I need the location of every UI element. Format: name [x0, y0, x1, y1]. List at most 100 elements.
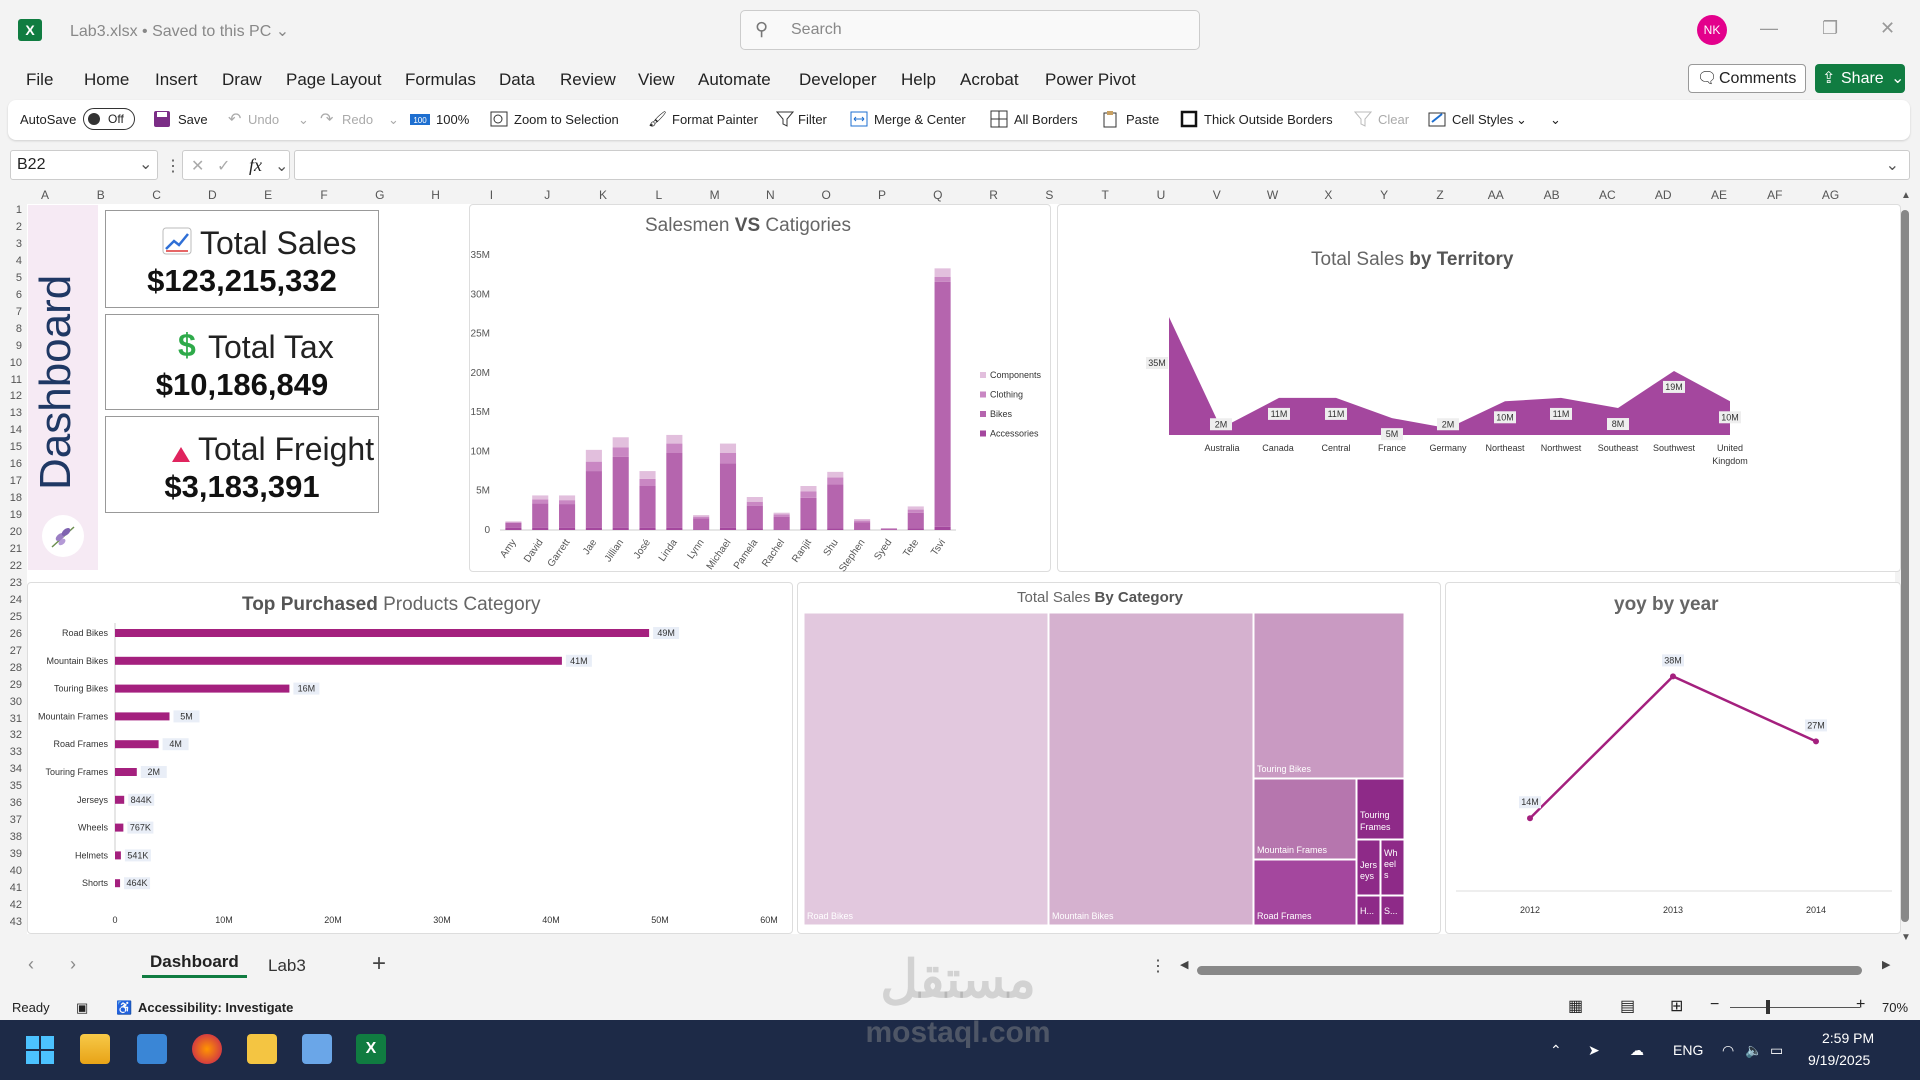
- vertical-scroll-thumb[interactable]: [1901, 210, 1909, 922]
- row-header[interactable]: 13: [0, 407, 22, 419]
- next-sheet-icon[interactable]: ›: [70, 954, 76, 975]
- row-header[interactable]: 25: [0, 611, 22, 623]
- file-explorer-icon[interactable]: [247, 1034, 277, 1064]
- column-header[interactable]: I: [471, 188, 511, 202]
- row-header[interactable]: 43: [0, 916, 22, 928]
- minimize-icon[interactable]: —: [1760, 18, 1778, 39]
- column-header[interactable]: F: [304, 188, 344, 202]
- menu-review[interactable]: Review: [560, 70, 616, 90]
- menu-formulas[interactable]: Formulas: [405, 70, 476, 90]
- column-header[interactable]: C: [137, 188, 177, 202]
- autosave-toggle[interactable]: Off: [83, 108, 135, 130]
- close-icon[interactable]: ✕: [1880, 18, 1895, 39]
- row-header[interactable]: 1: [0, 204, 22, 216]
- column-header[interactable]: A: [25, 188, 65, 202]
- row-header[interactable]: 27: [0, 645, 22, 657]
- column-header[interactable]: M: [695, 188, 735, 202]
- row-header[interactable]: 29: [0, 679, 22, 691]
- user-avatar[interactable]: NK: [1697, 15, 1727, 45]
- row-header[interactable]: 24: [0, 594, 22, 606]
- chevron-down-icon[interactable]: ⌄: [1516, 112, 1527, 128]
- menu-page-layout[interactable]: Page Layout: [286, 70, 381, 90]
- clear-button[interactable]: Clear: [1378, 112, 1409, 127]
- row-header[interactable]: 2: [0, 221, 22, 233]
- power-bi-icon[interactable]: [80, 1034, 110, 1064]
- column-header[interactable]: H: [416, 188, 456, 202]
- menu-developer[interactable]: Developer: [799, 70, 877, 90]
- select-all-corner[interactable]: [8, 187, 26, 203]
- document-title[interactable]: Lab3.xlsx • Saved to this PC ⌄: [70, 21, 289, 41]
- row-header[interactable]: 9: [0, 340, 22, 352]
- row-header[interactable]: 28: [0, 662, 22, 674]
- menu-view[interactable]: View: [638, 70, 675, 90]
- excel-taskbar-icon[interactable]: X: [356, 1034, 386, 1064]
- notepad-icon[interactable]: [137, 1034, 167, 1064]
- row-header[interactable]: 37: [0, 814, 22, 826]
- paste-button[interactable]: Paste: [1126, 112, 1159, 127]
- menu-acrobat[interactable]: Acrobat: [960, 70, 1019, 90]
- row-header[interactable]: 6: [0, 289, 22, 301]
- row-header[interactable]: 10: [0, 357, 22, 369]
- wifi-icon[interactable]: ◠: [1722, 1042, 1734, 1059]
- column-header[interactable]: G: [360, 188, 400, 202]
- prev-sheet-icon[interactable]: ‹: [28, 954, 34, 975]
- macro-icon[interactable]: ▣: [76, 1000, 88, 1016]
- zoom-in-icon[interactable]: +: [1856, 996, 1865, 1014]
- formula-input[interactable]: ⌄: [294, 150, 1910, 180]
- vertical-scrollbar[interactable]: ▲ ▼: [1898, 190, 1912, 950]
- column-header[interactable]: P: [862, 188, 902, 202]
- restore-icon[interactable]: ❐: [1822, 18, 1838, 39]
- scroll-down-icon[interactable]: ▼: [1901, 932, 1911, 943]
- row-header[interactable]: 22: [0, 560, 22, 572]
- row-header[interactable]: 12: [0, 390, 22, 402]
- column-header[interactable]: AF: [1755, 188, 1795, 202]
- menu-automate[interactable]: Automate: [698, 70, 771, 90]
- row-header[interactable]: 7: [0, 306, 22, 318]
- row-header[interactable]: 38: [0, 831, 22, 843]
- column-header[interactable]: J: [527, 188, 567, 202]
- column-header[interactable]: D: [192, 188, 232, 202]
- row-header[interactable]: 20: [0, 526, 22, 538]
- column-header[interactable]: AC: [1587, 188, 1627, 202]
- add-sheet-icon[interactable]: +: [372, 950, 386, 978]
- chevron-down-icon[interactable]: ⌄: [388, 112, 399, 128]
- comments-button[interactable]: 🗨 Comments: [1688, 64, 1806, 93]
- enter-icon[interactable]: ✓: [217, 156, 230, 176]
- row-header[interactable]: 32: [0, 729, 22, 741]
- more-options-icon[interactable]: ⋮: [165, 156, 181, 176]
- menu-file[interactable]: File: [26, 70, 53, 90]
- row-header[interactable]: 8: [0, 323, 22, 335]
- onedrive-icon[interactable]: ☁: [1630, 1042, 1644, 1059]
- row-header[interactable]: 4: [0, 255, 22, 267]
- ribbon-more-icon[interactable]: ⌄: [1550, 112, 1561, 128]
- expand-icon[interactable]: ⌄: [1886, 155, 1899, 175]
- windows-start-icon[interactable]: [26, 1036, 54, 1064]
- column-header[interactable]: AE: [1699, 188, 1739, 202]
- tab-lab3[interactable]: Lab3: [268, 956, 306, 976]
- menu-help[interactable]: Help: [901, 70, 936, 90]
- column-header[interactable]: R: [974, 188, 1014, 202]
- thick-borders-button[interactable]: Thick Outside Borders: [1204, 112, 1333, 127]
- row-header[interactable]: 30: [0, 696, 22, 708]
- menu-draw[interactable]: Draw: [222, 70, 262, 90]
- row-header[interactable]: 33: [0, 746, 22, 758]
- row-header[interactable]: 21: [0, 543, 22, 555]
- telegram-icon[interactable]: ➤: [1588, 1042, 1600, 1059]
- menu-data[interactable]: Data: [499, 70, 535, 90]
- column-header[interactable]: S: [1029, 188, 1069, 202]
- menu-power-pivot[interactable]: Power Pivot: [1045, 70, 1136, 90]
- page-break-view-icon[interactable]: ⊞: [1670, 996, 1683, 1016]
- clock-date[interactable]: 9/19/2025: [1808, 1052, 1870, 1068]
- yoy-chart-panel[interactable]: yoy by year 14M 2012 38M 2013 27M 2014: [1445, 582, 1901, 934]
- tab-dashboard[interactable]: Dashboard: [142, 952, 247, 978]
- chevron-down-icon[interactable]: ⌄: [298, 112, 309, 128]
- save-button[interactable]: Save: [178, 112, 208, 127]
- row-header[interactable]: 42: [0, 899, 22, 911]
- accessibility-status[interactable]: Accessibility: Investigate: [138, 1000, 293, 1015]
- row-header[interactable]: 5: [0, 272, 22, 284]
- menu-home[interactable]: Home: [84, 70, 129, 90]
- clock-time[interactable]: 2:59 PM: [1822, 1030, 1874, 1046]
- volume-icon[interactable]: 🔈: [1745, 1042, 1762, 1059]
- snipping-tool-icon[interactable]: [302, 1034, 332, 1064]
- column-header[interactable]: Y: [1364, 188, 1404, 202]
